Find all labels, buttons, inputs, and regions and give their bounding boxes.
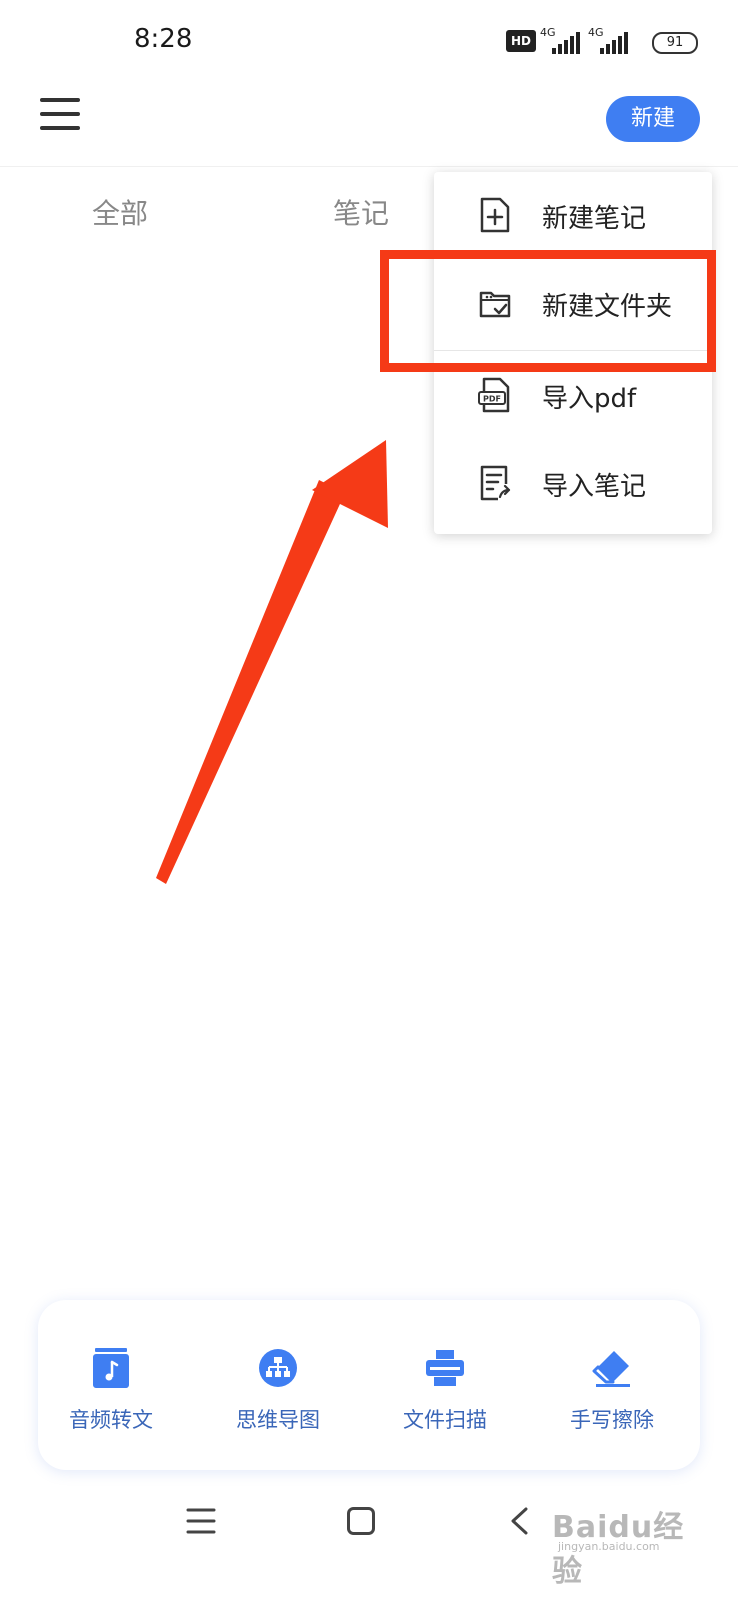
status-bar: 8:28 HD 4G 4G 91 <box>0 0 738 80</box>
eraser-icon <box>592 1351 630 1387</box>
quick-tools-card: 音频转文 思维导图 文件扫描 手写擦除 <box>38 1300 700 1470</box>
pdf-file-icon: PDF <box>478 377 510 413</box>
tab-notes[interactable]: 笔记 <box>333 192 389 232</box>
watermark: Baidu经验 jingyan.baidu.com <box>552 1496 702 1589</box>
scanner-icon <box>426 1350 464 1386</box>
signal-icon-2 <box>600 30 628 54</box>
hd-voice-badge: HD <box>506 30 536 52</box>
tool-label: 手写擦除 <box>570 1408 654 1432</box>
app-bar: 新建 <box>0 80 738 167</box>
mind-map-icon <box>259 1349 297 1387</box>
menu-item-new-note[interactable]: 新建笔记 <box>434 172 712 260</box>
new-button[interactable]: 新建 <box>606 96 700 142</box>
menu-item-label: 新建笔记 <box>542 204 647 234</box>
file-plus-icon <box>480 197 510 233</box>
watermark-url: jingyan.baidu.com <box>558 1540 660 1553</box>
svg-text:PDF: PDF <box>483 395 501 404</box>
system-back-icon[interactable] <box>508 1506 532 1536</box>
annotation-highlight-box <box>380 250 716 372</box>
system-menu-icon[interactable] <box>186 1506 216 1536</box>
menu-item-label: 导入笔记 <box>542 472 647 502</box>
hamburger-menu-icon[interactable] <box>40 98 80 130</box>
tool-label: 思维导图 <box>236 1408 320 1432</box>
tool-mind-map[interactable]: 思维导图 <box>208 1348 348 1458</box>
menu-item-label: 导入pdf <box>542 384 637 414</box>
signal-icon-1 <box>552 30 580 54</box>
battery-indicator: 91 <box>652 32 698 54</box>
tab-all[interactable]: 全部 <box>92 192 148 232</box>
status-time: 8:28 <box>134 24 193 54</box>
menu-item-import-note[interactable]: 导入笔记 <box>434 440 712 528</box>
tool-file-scan[interactable]: 文件扫描 <box>375 1348 515 1458</box>
tool-audio-to-text[interactable]: 音频转文 <box>41 1348 181 1458</box>
tool-label: 文件扫描 <box>403 1408 487 1432</box>
tool-label: 音频转文 <box>69 1408 153 1432</box>
tool-handwriting-erase[interactable]: 手写擦除 <box>542 1348 682 1458</box>
audio-note-icon <box>93 1348 129 1388</box>
import-note-icon <box>480 465 511 501</box>
system-home-icon[interactable] <box>346 1506 376 1536</box>
